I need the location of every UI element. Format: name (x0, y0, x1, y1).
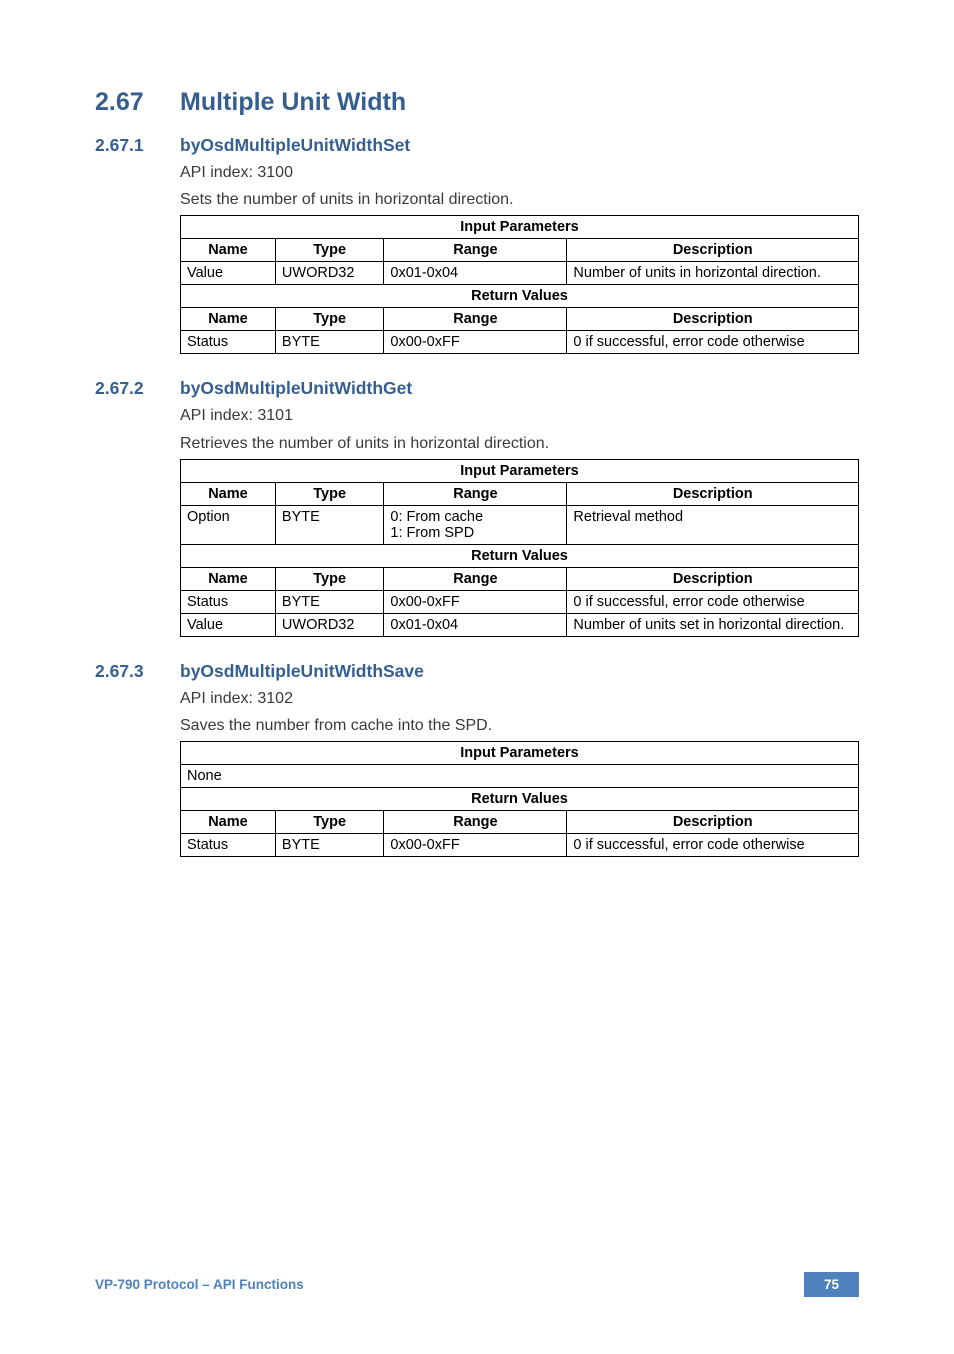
col-name-header: Name (181, 567, 276, 590)
cell-range: 0x00-0xFF (384, 590, 567, 613)
cell-none: None (181, 765, 859, 788)
col-range-header: Range (384, 811, 567, 834)
col-type-header: Type (275, 482, 383, 505)
subsection-2: 2.67.2 byOsdMultipleUnitWidthGet API ind… (95, 378, 859, 636)
subsection-number: 2.67.3 (95, 661, 180, 682)
col-range-header: Range (384, 239, 567, 262)
cell-type: UWORD32 (275, 613, 383, 636)
api-description: Sets the number of units in horizontal d… (180, 188, 859, 211)
table-row: Status BYTE 0x00-0xFF 0 if successful, e… (181, 834, 859, 857)
table-row: None (181, 765, 859, 788)
col-range-header: Range (384, 567, 567, 590)
table-row: Status BYTE 0x00-0xFF 0 if successful, e… (181, 331, 859, 354)
page-number: 75 (804, 1272, 859, 1297)
page-footer: VP-790 Protocol – API Functions 75 (95, 1272, 859, 1297)
cell-range: 0x00-0xFF (384, 331, 567, 354)
col-desc-header: Description (567, 567, 859, 590)
col-range-header: Range (384, 482, 567, 505)
subsection-1: 2.67.1 byOsdMultipleUnitWidthSet API ind… (95, 135, 859, 354)
api-index: API index: 3100 (180, 161, 859, 184)
col-name-header: Name (181, 482, 276, 505)
table-section-header: Return Values (181, 788, 859, 811)
cell-name: Value (181, 262, 276, 285)
api-description: Retrieves the number of units in horizon… (180, 432, 859, 455)
subsection-number: 2.67.2 (95, 378, 180, 399)
table-section-header: Input Parameters (181, 216, 859, 239)
subsection-heading: 2.67.2 byOsdMultipleUnitWidthGet (95, 378, 859, 399)
col-type-header: Type (275, 239, 383, 262)
footer-text: VP-790 Protocol – API Functions (95, 1277, 304, 1292)
cell-range: 0x01-0x04 (384, 262, 567, 285)
table-section-header: Return Values (181, 544, 859, 567)
table-section-header: Return Values (181, 285, 859, 308)
api-index: API index: 3102 (180, 687, 859, 710)
col-desc-header: Description (567, 811, 859, 834)
api-index: API index: 3101 (180, 404, 859, 427)
cell-name: Status (181, 834, 276, 857)
table-section-header: Input Parameters (181, 459, 859, 482)
cell-desc: Retrieval method (567, 505, 859, 544)
col-range-header: Range (384, 308, 567, 331)
cell-name: Option (181, 505, 276, 544)
subsection-title: byOsdMultipleUnitWidthSet (180, 135, 410, 156)
col-name-header: Name (181, 308, 276, 331)
col-name-header: Name (181, 811, 276, 834)
parameter-table: Input Parameters None Return Values Name… (180, 741, 859, 857)
subsection-heading: 2.67.3 byOsdMultipleUnitWidthSave (95, 661, 859, 682)
col-type-header: Type (275, 567, 383, 590)
table-row: Value UWORD32 0x01-0x04 Number of units … (181, 262, 859, 285)
cell-desc: Number of units in horizontal direction. (567, 262, 859, 285)
col-desc-header: Description (567, 308, 859, 331)
cell-name: Status (181, 331, 276, 354)
cell-range: 0x00-0xFF (384, 834, 567, 857)
cell-desc: 0 if successful, error code otherwise (567, 331, 859, 354)
table-row: Status BYTE 0x00-0xFF 0 if successful, e… (181, 590, 859, 613)
api-description: Saves the number from cache into the SPD… (180, 714, 859, 737)
cell-name: Value (181, 613, 276, 636)
col-name-header: Name (181, 239, 276, 262)
section-number: 2.67 (95, 88, 180, 117)
col-desc-header: Description (567, 239, 859, 262)
subsection-title: byOsdMultipleUnitWidthSave (180, 661, 424, 682)
table-row: Option BYTE 0: From cache 1: From SPD Re… (181, 505, 859, 544)
cell-desc: 0 if successful, error code otherwise (567, 834, 859, 857)
section-heading: 2.67 Multiple Unit Width (95, 88, 859, 117)
section-title: Multiple Unit Width (180, 88, 406, 117)
parameter-table: Input Parameters Name Type Range Descrip… (180, 215, 859, 354)
cell-type: BYTE (275, 590, 383, 613)
cell-desc: Number of units set in horizontal direct… (567, 613, 859, 636)
cell-name: Status (181, 590, 276, 613)
col-type-header: Type (275, 811, 383, 834)
cell-desc: 0 if successful, error code otherwise (567, 590, 859, 613)
cell-type: UWORD32 (275, 262, 383, 285)
col-type-header: Type (275, 308, 383, 331)
subsection-heading: 2.67.1 byOsdMultipleUnitWidthSet (95, 135, 859, 156)
cell-range: 0x01-0x04 (384, 613, 567, 636)
subsection-number: 2.67.1 (95, 135, 180, 156)
subsection-title: byOsdMultipleUnitWidthGet (180, 378, 412, 399)
subsection-3: 2.67.3 byOsdMultipleUnitWidthSave API in… (95, 661, 859, 857)
table-row: Value UWORD32 0x01-0x04 Number of units … (181, 613, 859, 636)
table-section-header: Input Parameters (181, 742, 859, 765)
cell-range: 0: From cache 1: From SPD (384, 505, 567, 544)
parameter-table: Input Parameters Name Type Range Descrip… (180, 459, 859, 637)
col-desc-header: Description (567, 482, 859, 505)
cell-type: BYTE (275, 331, 383, 354)
cell-type: BYTE (275, 505, 383, 544)
cell-type: BYTE (275, 834, 383, 857)
